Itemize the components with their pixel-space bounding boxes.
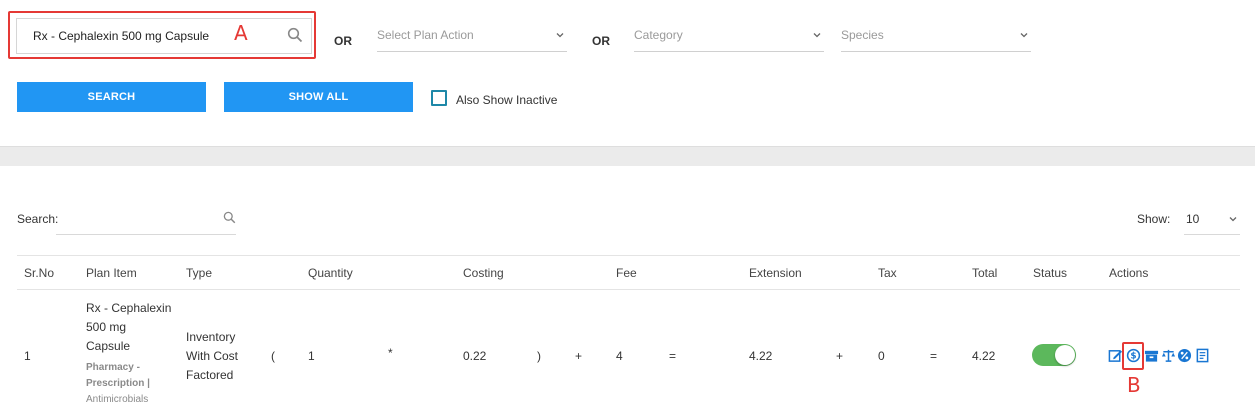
status-toggle-knob <box>1055 345 1075 365</box>
row-close-paren: ) <box>537 349 541 363</box>
category-placeholder: Category <box>634 28 683 42</box>
annotation-marker-b: B <box>1127 373 1141 397</box>
or-label: OR <box>334 34 352 48</box>
header-total: Total <box>972 266 998 280</box>
row-total: 4.22 <box>972 349 996 363</box>
row-plan-item-line: Rx - Cephalexin <box>86 301 172 315</box>
species-placeholder: Species <box>841 28 884 42</box>
annotation-marker-a: A <box>234 21 248 45</box>
row-fee: 4 <box>616 349 623 363</box>
species-select[interactable]: Species <box>841 24 1031 52</box>
row-sr-no: 1 <box>24 349 31 363</box>
header-actions: Actions <box>1109 266 1149 280</box>
percent-icon[interactable] <box>1177 348 1192 363</box>
table-search-label: Search: <box>17 212 59 226</box>
row-open-paren: ( <box>271 349 275 363</box>
chevron-down-icon <box>556 33 564 38</box>
row-plan-item-line: 500 mg <box>86 320 127 334</box>
plan-action-select[interactable]: Select Plan Action <box>377 24 567 52</box>
header-fee: Fee <box>616 266 637 280</box>
row-plus-sign: + <box>575 349 583 363</box>
category-select[interactable]: Category <box>634 24 824 52</box>
header-costing: Costing <box>463 266 504 280</box>
inventory-icon[interactable] <box>1144 348 1159 363</box>
show-entries-value: 10 <box>1186 212 1200 226</box>
document-icon[interactable] <box>1195 348 1210 363</box>
header-type: Type <box>186 266 213 280</box>
header-sr-no: Sr.No <box>24 266 55 280</box>
show-all-button[interactable]: SHOW ALL <box>224 82 413 112</box>
header-extension: Extension <box>749 266 802 280</box>
header-status: Status <box>1033 266 1068 280</box>
show-entries-label: Show: <box>1137 212 1171 226</box>
scale-icon[interactable] <box>1161 348 1176 363</box>
show-inactive-label: Also Show Inactive <box>456 93 558 107</box>
row-costing: 0.22 <box>463 349 487 363</box>
annotation-box-b <box>1122 342 1144 370</box>
row-type-line: With Cost <box>186 349 239 363</box>
row-plus-sign: + <box>836 349 844 363</box>
or-label: OR <box>592 34 610 48</box>
row-plan-item-category: Pharmacy - <box>86 362 140 373</box>
header-quantity: Quantity <box>308 266 353 280</box>
section-divider <box>0 146 1255 166</box>
row-extension: 4.22 <box>749 349 773 363</box>
row-tax: 0 <box>878 349 885 363</box>
plan-action-placeholder: Select Plan Action <box>377 28 474 42</box>
annotation-box-a <box>8 11 316 59</box>
header-plan-item: Plan Item <box>86 266 137 280</box>
header-tax: Tax <box>878 266 897 280</box>
row-multiply-sign: * <box>388 346 393 360</box>
show-inactive-checkbox[interactable] <box>431 90 447 106</box>
row-plan-item-category: Prescription | <box>86 378 150 389</box>
status-toggle[interactable] <box>1032 344 1076 366</box>
chevron-down-icon <box>1229 217 1237 222</box>
row-plan-item-subcategory: Antimicrobials <box>86 394 149 405</box>
row-type-line: Factored <box>186 368 234 382</box>
row-type-line: Inventory <box>186 330 236 344</box>
table-search-input[interactable] <box>56 205 236 235</box>
chevron-down-icon <box>1020 33 1028 38</box>
row-equals-sign: = <box>669 349 677 363</box>
row-equals-sign: = <box>930 349 938 363</box>
header-bottom-border <box>17 289 1240 290</box>
row-quantity: 1 <box>308 349 315 363</box>
table-top-border <box>17 255 1240 256</box>
row-plan-item-line: Capsule <box>86 339 131 353</box>
edit-icon[interactable] <box>1108 348 1123 363</box>
chevron-down-icon <box>813 33 821 38</box>
search-icon <box>223 211 236 224</box>
show-entries-select[interactable]: 10 <box>1184 205 1240 235</box>
search-button[interactable]: SEARCH <box>17 82 206 112</box>
